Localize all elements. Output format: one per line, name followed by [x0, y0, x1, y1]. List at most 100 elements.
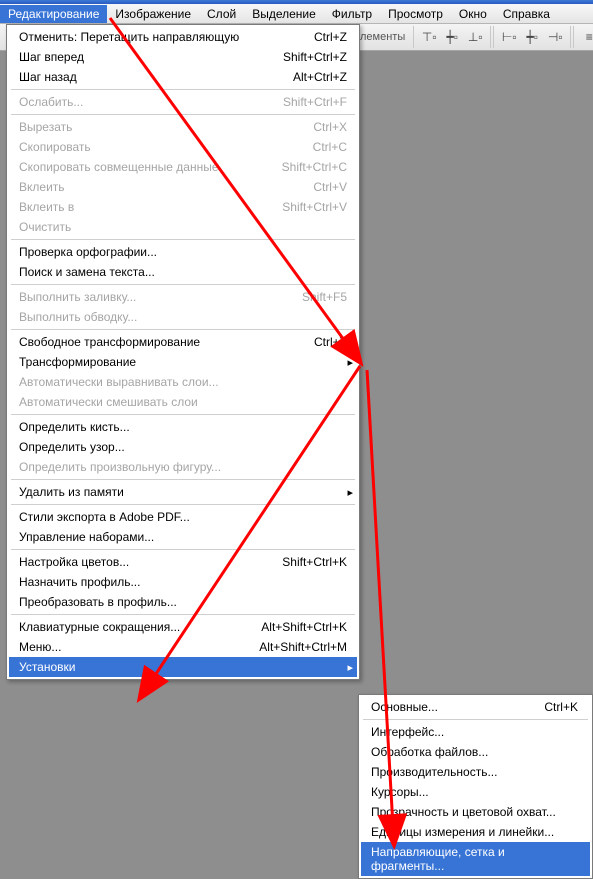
menu-item: Ослабить... Shift+Ctrl+F: [9, 92, 357, 112]
menu-item-shortcut: Shift+Ctrl+C: [282, 160, 347, 174]
menu-item-label: Автоматически выравнивать слои...: [19, 375, 219, 389]
submenu-item[interactable]: Курсоры...: [361, 782, 590, 802]
menu-item: Определить произвольную фигуру...: [9, 457, 357, 477]
align-right-icon[interactable]: ⊣▫: [544, 27, 566, 47]
submenu-item-label: Единицы измерения и линейки...: [371, 825, 554, 839]
menu-item-label: Управление наборами...: [19, 530, 154, 544]
menu-item[interactable]: Стили экспорта в Adobe PDF...: [9, 507, 357, 527]
menu-item-shortcut: Ctrl+X: [313, 120, 347, 134]
menu-item-label: Ослабить...: [19, 95, 83, 109]
menu-item[interactable]: Отменить: Перетащить направляющую Ctrl+Z: [9, 27, 357, 47]
submenu-item-label: Курсоры...: [371, 785, 429, 799]
menu-item[interactable]: Шаг вперед Shift+Ctrl+Z: [9, 47, 357, 67]
menu-item-shortcut: Ctrl+T: [314, 335, 347, 349]
menubar-item-select[interactable]: Выделение: [244, 5, 324, 23]
submenu-item[interactable]: Обработка файлов...: [361, 742, 590, 762]
menu-item-shortcut: Shift+Ctrl+K: [282, 555, 347, 569]
menu-separator: [11, 479, 355, 480]
menu-item[interactable]: Назначить профиль...: [9, 572, 357, 592]
menu-item-shortcut: Ctrl+Z: [314, 30, 347, 44]
menu-item-label: Стили экспорта в Adobe PDF...: [19, 510, 190, 524]
align-vcenter-icon[interactable]: ┿▫: [441, 27, 463, 47]
menu-item: Вклеить вShift+Ctrl+V: [9, 197, 357, 217]
menu-item-label: Выполнить обводку...: [19, 310, 137, 324]
menu-item-label: Шаг назад: [19, 70, 77, 84]
menu-item: Выполнить заливку...Shift+F5: [9, 287, 357, 307]
menu-item[interactable]: Проверка орфографии...: [9, 242, 357, 262]
menu-item-label: Скопировать: [19, 140, 91, 154]
submenu-item[interactable]: Основные... Ctrl+K: [361, 697, 590, 717]
menu-item: Скопировать совмещенные данныеShift+Ctrl…: [9, 157, 357, 177]
menu-item-label: Назначить профиль...: [19, 575, 140, 589]
menu-item[interactable]: Определить узор...: [9, 437, 357, 457]
menu-item-shortcut: Shift+Ctrl+F: [283, 95, 347, 109]
menubar-item-edit[interactable]: Редактирование: [0, 5, 107, 23]
menu-separator: [11, 504, 355, 505]
toolbar-label-fragment: лементы: [360, 31, 411, 43]
menu-item-label: Очистить: [19, 220, 71, 234]
menu-item-shortcut: Alt+Ctrl+Z: [293, 70, 347, 84]
menu-separator: [11, 239, 355, 240]
menu-item[interactable]: Клавиатурные сокращения...Alt+Shift+Ctrl…: [9, 617, 357, 637]
align-hcenter-icon[interactable]: ┿▫: [521, 27, 543, 47]
submenu-item[interactable]: Прозрачность и цветовой охват...: [361, 802, 590, 822]
menu-item: Очистить: [9, 217, 357, 237]
menu-separator: [11, 284, 355, 285]
menu-item[interactable]: Свободное трансформированиеCtrl+T: [9, 332, 357, 352]
submenu-item[interactable]: Интерфейс...: [361, 722, 590, 742]
submenu-item-label: Основные...: [371, 700, 438, 714]
menu-item-label: Настройка цветов...: [19, 555, 129, 569]
menu-item[interactable]: Поиск и замена текста...: [9, 262, 357, 282]
menu-item: ВырезатьCtrl+X: [9, 117, 357, 137]
submenu-item[interactable]: Единицы измерения и линейки...: [361, 822, 590, 842]
menu-separator: [363, 719, 588, 720]
menu-separator: [11, 414, 355, 415]
distribute-icon[interactable]: ≡: [578, 27, 593, 47]
menu-item[interactable]: Управление наборами...: [9, 527, 357, 547]
align-top-icon[interactable]: ⊤▫: [418, 27, 440, 47]
menu-item-label: Трансформирование: [19, 355, 136, 369]
submenu-item-label: Производительность...: [371, 765, 497, 779]
menu-separator: [11, 114, 355, 115]
align-bottom-icon[interactable]: ⊥▫: [464, 27, 486, 47]
submenu-item-label: Прозрачность и цветовой охват...: [371, 805, 556, 819]
menu-item-label: Автоматически смешивать слои: [19, 395, 198, 409]
menu-item[interactable]: Трансформирование: [9, 352, 357, 372]
menubar-item-filter[interactable]: Фильтр: [324, 5, 380, 23]
edit-menu-dropdown: Отменить: Перетащить направляющую Ctrl+Z Ш…: [6, 24, 360, 680]
submenu-item[interactable]: Производительность...: [361, 762, 590, 782]
menu-item[interactable]: Определить кисть...: [9, 417, 357, 437]
menu-item[interactable]: Установки: [9, 657, 357, 677]
submenu-item-shortcut: Ctrl+K: [544, 700, 578, 714]
menu-item-shortcut: Alt+Shift+Ctrl+M: [259, 640, 347, 654]
align-left-icon[interactable]: ⊢▫: [498, 27, 520, 47]
menu-item-shortcut: Shift+Ctrl+Z: [283, 50, 347, 64]
preferences-submenu: Основные... Ctrl+K Интерфейс... Обработка ф…: [358, 694, 593, 879]
menubar-item-image[interactable]: Изображение: [107, 5, 199, 23]
submenu-item[interactable]: Направляющие, сетка и фрагменты...: [361, 842, 590, 876]
menubar-item-help[interactable]: Справка: [495, 5, 558, 23]
menu-item-label: Шаг вперед: [19, 50, 84, 64]
align-tool-group: ⊤▫ ┿▫ ⊥▫: [413, 26, 491, 48]
menu-item-shortcut: Ctrl+V: [313, 180, 347, 194]
menu-item: Автоматически выравнивать слои...: [9, 372, 357, 392]
menu-item-shortcut: Ctrl+C: [313, 140, 347, 154]
menubar-item-window[interactable]: Окно: [451, 5, 495, 23]
menu-separator: [11, 89, 355, 90]
menu-item: Скопировать Ctrl+C: [9, 137, 357, 157]
menu-item-label: Поиск и замена текста...: [19, 265, 155, 279]
menu-item[interactable]: Настройка цветов... Shift+Ctrl+K: [9, 552, 357, 572]
menu-item[interactable]: Преобразовать в профиль...: [9, 592, 357, 612]
submenu-item-label: Интерфейс...: [371, 725, 444, 739]
menu-item-shortcut: Shift+F5: [302, 290, 347, 304]
menu-item-label: Проверка орфографии...: [19, 245, 157, 259]
menubar-item-view[interactable]: Просмотр: [380, 5, 451, 23]
menu-item[interactable]: Шаг назад Alt+Ctrl+Z: [9, 67, 357, 87]
menu-item-shortcut: Shift+Ctrl+V: [282, 200, 347, 214]
menubar-item-layer[interactable]: Слой: [199, 5, 244, 23]
menu-item-label: Определить узор...: [19, 440, 125, 454]
align-tool-group-2: ⊢▫ ┿▫ ⊣▫: [493, 26, 571, 48]
menu-item-label: Отменить: Перетащить направляющую: [19, 30, 239, 44]
menu-item[interactable]: Удалить из памяти: [9, 482, 357, 502]
menu-item[interactable]: Меню...Alt+Shift+Ctrl+M: [9, 637, 357, 657]
